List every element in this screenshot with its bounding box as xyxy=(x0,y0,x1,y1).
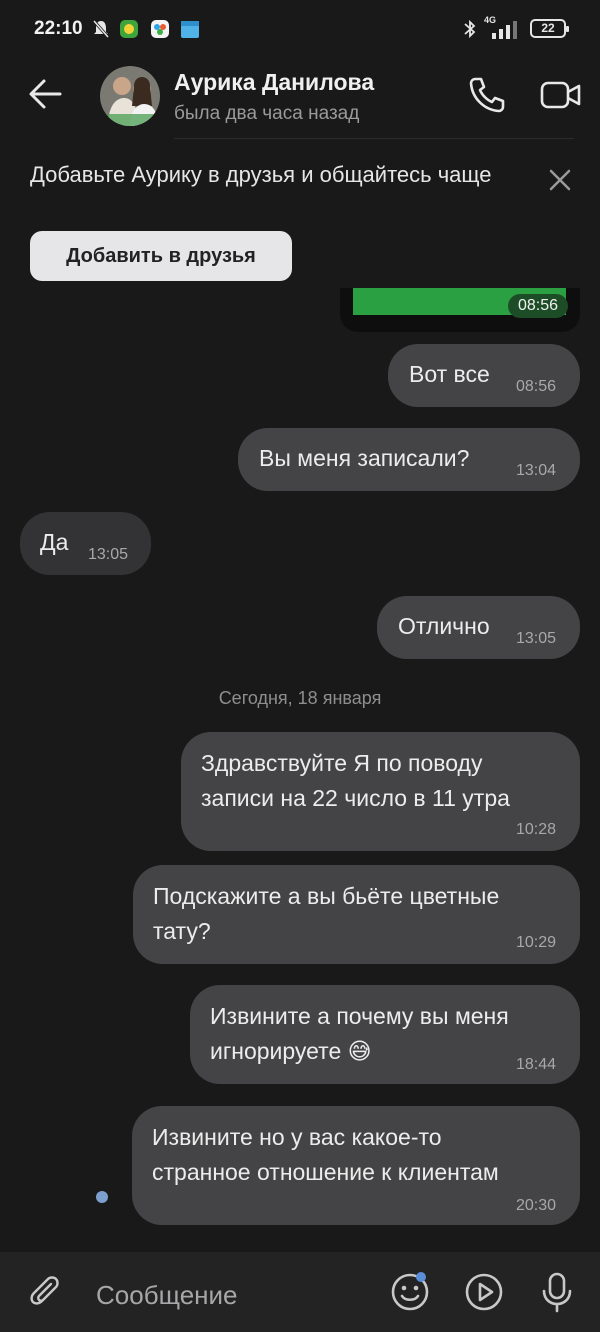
contact-name[interactable]: Аурика Данилова xyxy=(174,69,374,96)
avatar[interactable] xyxy=(100,66,160,126)
message-time: 08:56 xyxy=(516,378,557,395)
header-divider xyxy=(174,138,574,139)
message-text-line: Извините но у вас какое-то xyxy=(152,1124,442,1150)
message-bubble-outgoing[interactable]: Отлично 13:05 xyxy=(377,596,580,659)
bell-muted-icon xyxy=(92,20,110,38)
message-text: Отлично xyxy=(398,613,490,639)
close-icon[interactable] xyxy=(545,165,575,195)
message-text: Вы меня записали? xyxy=(259,445,470,471)
message-time: 20:30 xyxy=(516,1197,557,1214)
message-bubble-outgoing[interactable]: Извините но у вас какое-то странное отно… xyxy=(132,1106,580,1225)
message-text-line: игнорируете 😅 xyxy=(210,1038,372,1064)
message-time: 08:56 xyxy=(508,294,568,318)
signal-icon xyxy=(492,21,517,39)
arrow-left-icon[interactable] xyxy=(26,74,66,114)
message-bubble-outgoing[interactable]: Подскажите а вы бьёте цветные тату? 10:2… xyxy=(133,865,580,964)
status-time: 22:10 xyxy=(34,18,83,39)
unread-indicator xyxy=(96,1191,108,1203)
message-composer xyxy=(0,1252,600,1332)
chat-header: Аурика Данилова была два часа назад xyxy=(0,58,600,138)
message-time: 10:29 xyxy=(516,934,557,951)
message-input[interactable] xyxy=(94,1274,378,1316)
message-text-line: Извините а почему вы меня xyxy=(210,1003,509,1029)
add-friend-button[interactable]: Добавить в друзья xyxy=(30,231,292,281)
message-time: 13:05 xyxy=(516,630,557,647)
video-camera-icon[interactable] xyxy=(538,74,584,116)
message-time: 18:44 xyxy=(516,1056,557,1073)
clapperboard-icon xyxy=(181,21,199,38)
bluetooth-icon xyxy=(464,19,476,39)
status-bar: 22:10 4G 22 xyxy=(0,0,600,58)
message-text-line: тату? xyxy=(153,918,211,944)
microphone-icon[interactable] xyxy=(537,1270,577,1314)
message-bubble-outgoing[interactable]: Извините а почему вы меня игнорируете 😅 … xyxy=(190,985,580,1084)
phone-icon[interactable] xyxy=(466,74,508,116)
message-time: 13:05 xyxy=(88,546,129,563)
message-text-line: записи на 22 число в 11 утра xyxy=(201,785,510,811)
message-bubble-outgoing[interactable]: Вы меня записали? 13:04 xyxy=(238,428,580,491)
last-seen-status: была два часа назад xyxy=(174,103,360,124)
notification-dot xyxy=(416,1272,426,1282)
message-bubble-incoming[interactable]: Да 13:05 xyxy=(20,512,151,575)
app-notification-icon xyxy=(120,20,138,38)
message-time: 10:28 xyxy=(516,821,557,838)
battery-icon: 22 xyxy=(530,19,569,38)
message-text-line: Подскажите а вы бьёте цветные xyxy=(153,883,500,909)
app-notification-icon-2 xyxy=(151,20,169,38)
paperclip-icon[interactable] xyxy=(28,1274,66,1314)
message-text: Вот все xyxy=(409,361,490,387)
message-text-line: Здравствуйте Я по поводу xyxy=(201,750,483,776)
add-friend-prompt: Добавьте Аурику в друзья и общайтесь чащ… xyxy=(30,162,492,187)
message-text: Да xyxy=(40,529,69,555)
message-text-line: странное отношение к клиентам xyxy=(152,1159,499,1185)
play-circle-icon[interactable] xyxy=(462,1270,506,1314)
message-bubble-outgoing[interactable]: Здравствуйте Я по поводу записи на 22 чи… xyxy=(181,732,580,851)
message-bubble-outgoing[interactable]: Вот все 08:56 xyxy=(388,344,580,407)
message-time: 13:04 xyxy=(516,462,557,479)
date-separator: Сегодня, 18 января xyxy=(218,688,382,708)
